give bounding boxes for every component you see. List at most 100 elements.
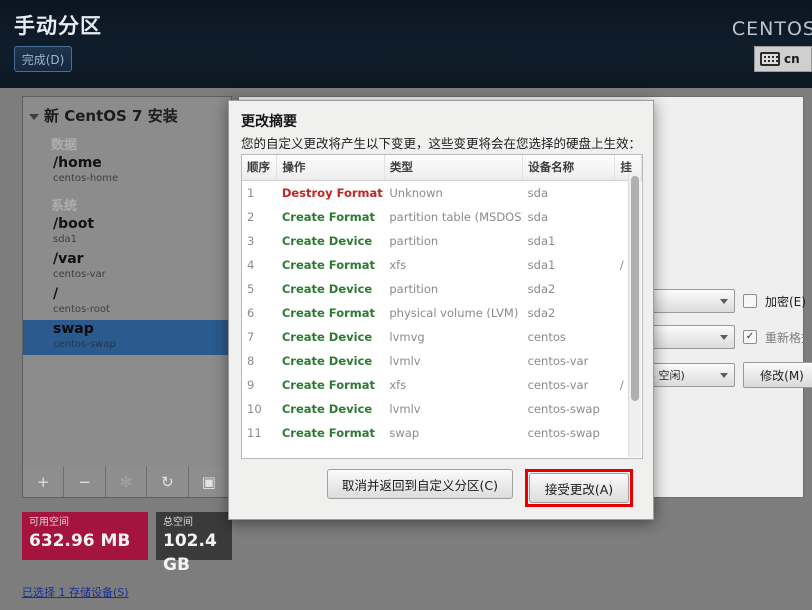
column-header-device[interactable]: 设备名称	[522, 155, 616, 181]
table-row[interactable]: 1 Destroy Format Unknown sda	[242, 181, 642, 206]
filesystem-type-combo[interactable]	[643, 289, 735, 313]
device-type-combo[interactable]	[643, 325, 735, 349]
disk-icon[interactable]: ▣	[189, 466, 229, 497]
cell-device: sda1	[527, 234, 556, 248]
list-item[interactable]: /home centos-home	[23, 154, 231, 189]
cell-type: Unknown	[389, 186, 443, 200]
available-space-label: 可用空间	[29, 517, 69, 528]
table-row[interactable]: 9 Create Format xfs centos-var /	[242, 373, 642, 397]
cell-action: Create Format	[281, 258, 376, 272]
table-row[interactable]: 2 Create Format partition table (MSDOS) sda	[242, 205, 642, 229]
cell-action: Create Format	[281, 378, 376, 392]
chevron-down-icon	[720, 298, 728, 304]
cell-action: Create Device	[281, 354, 373, 368]
total-space-box: 总空间 102.4 GB	[156, 512, 232, 575]
partition-device-name: centos-root	[53, 304, 110, 315]
cell-type: swap	[389, 426, 420, 440]
installer-screen: 手动分区 完成(D) CENTOS cn 加密(E) ✓ 重新格式 MB 空闲)…	[0, 0, 812, 610]
cell-action: Create Device	[281, 234, 373, 248]
chevron-down-icon[interactable]	[29, 114, 39, 120]
filesystem-row: 加密(E)	[643, 289, 806, 313]
done-button[interactable]: 完成(D)	[14, 46, 72, 72]
partition-mount-point: swap	[53, 321, 94, 337]
space-summary: 可用空间 632.96 MB 总空间 102.4 GB	[22, 512, 232, 575]
table-row[interactable]: 7 Create Device lvmvg centos	[242, 325, 642, 349]
cell-order: 7	[247, 330, 255, 344]
keyboard-layout-indicator[interactable]: cn	[754, 46, 812, 72]
changes-table-container[interactable]: 顺序 操作 类型 设备名称 挂 1 Destroy Format Unknown sd…	[241, 154, 643, 459]
cell-device: sda2	[527, 306, 556, 320]
partition-mount-point: /boot	[53, 216, 95, 232]
change-summary-dialog: 更改摘要 您的自定义更改将产生以下变更，这些变更将会在您选择的硬盘上生效： 顺序…	[228, 100, 654, 520]
table-header-row: 顺序 操作 类型 设备名称 挂	[242, 155, 642, 181]
accept-changes-button[interactable]: 接受更改(A)	[529, 473, 629, 503]
table-row[interactable]: 5 Create Device partition sda2	[242, 277, 642, 301]
partition-tree-panel[interactable]: 新 CentOS 7 安装 数据 /home centos-home 系统 /b…	[22, 96, 232, 468]
cell-type: partition	[389, 282, 439, 296]
cell-type: xfs	[389, 378, 407, 392]
cell-action: Create Device	[281, 282, 373, 296]
cell-device: centos-swap	[527, 426, 600, 440]
cell-order: 10	[247, 402, 262, 416]
reformat-checkbox[interactable]: ✓	[743, 330, 757, 344]
encrypt-label: 加密(E)	[765, 294, 806, 309]
table-row[interactable]: 4 Create Format xfs sda1/	[242, 253, 642, 277]
cell-action: Create Format	[281, 210, 376, 224]
table-row[interactable]: 3 Create Device partition sda1	[242, 229, 642, 253]
cell-action: Create Format	[281, 306, 376, 320]
tree-root-node[interactable]: 新 CentOS 7 安装	[23, 97, 231, 128]
cell-device: sda	[527, 186, 548, 200]
keyboard-icon	[760, 52, 780, 66]
cell-order: 1	[247, 186, 255, 200]
partition-mount-point: /	[53, 286, 59, 302]
cell-action: Create Device	[281, 402, 373, 416]
partition-toolbar: + − ✻ ↻ ▣	[22, 466, 230, 498]
selected-storage-link[interactable]: 已选择 1 存储设备(S)	[22, 584, 129, 600]
device-type-row: ✓ 重新格式	[643, 325, 812, 349]
asterisk-icon[interactable]: ✻	[106, 466, 148, 497]
column-header-action[interactable]: 操作	[276, 155, 385, 181]
add-partition-button[interactable]: +	[23, 466, 65, 497]
cell-action: Destroy Format	[281, 186, 383, 200]
total-space-label: 总空间	[163, 517, 193, 528]
cell-type: physical volume (LVM)	[389, 306, 519, 320]
cell-order: 11	[247, 426, 262, 440]
table-scrollbar-thumb[interactable]	[631, 176, 639, 401]
brand-logo: CENTOS	[731, 18, 812, 40]
cell-order: 4	[247, 258, 255, 272]
table-row[interactable]: 8 Create Device lvmlv centos-var	[242, 349, 642, 373]
table-row[interactable]: 11 Create Format swap centos-swap	[242, 421, 642, 445]
remove-partition-button[interactable]: −	[64, 466, 106, 497]
tree-root-label: 新 CentOS 7 安装	[44, 107, 178, 125]
table-row[interactable]: 6 Create Format physical volume (LVM) sda2	[242, 301, 642, 325]
list-item[interactable]: /boot sda1	[23, 215, 231, 250]
cell-device: centos-var	[527, 378, 589, 392]
cell-type: lvmlv	[389, 402, 421, 416]
encrypt-checkbox[interactable]	[743, 294, 757, 308]
cell-device: centos	[527, 330, 566, 344]
column-header-order[interactable]: 顺序	[242, 155, 278, 181]
table-scrollbar[interactable]	[628, 174, 641, 457]
modify-button[interactable]: 修改(M)	[743, 362, 812, 388]
cell-action: Create Format	[281, 426, 376, 440]
chevron-down-icon	[720, 372, 728, 378]
dialog-button-row: 取消并返回到自定义分区(C) 接受更改(A)	[229, 469, 655, 507]
partition-device-name: centos-var	[53, 269, 106, 280]
list-item-selected[interactable]: swap centos-swap	[23, 320, 231, 355]
page-title: 手动分区	[14, 14, 102, 38]
list-item[interactable]: / centos-root	[23, 285, 231, 320]
refresh-icon[interactable]: ↻	[147, 466, 189, 497]
partition-mount-point: /home	[53, 155, 102, 171]
cell-type: lvmvg	[389, 330, 425, 344]
dialog-title: 更改摘要	[241, 114, 297, 130]
cancel-button[interactable]: 取消并返回到自定义分区(C)	[327, 469, 513, 499]
chevron-down-icon	[720, 334, 728, 340]
accept-button-highlight: 接受更改(A)	[525, 469, 633, 507]
cell-device: sda	[527, 210, 548, 224]
available-space-value: 632.96 MB	[29, 531, 131, 551]
table-row[interactable]: 10 Create Device lvmlv centos-swap	[242, 397, 642, 421]
cell-type: partition	[389, 234, 439, 248]
top-header-bar: 手动分区 完成(D) CENTOS cn	[0, 0, 812, 88]
column-header-type[interactable]: 类型	[384, 155, 524, 181]
list-item[interactable]: /var centos-var	[23, 250, 231, 285]
